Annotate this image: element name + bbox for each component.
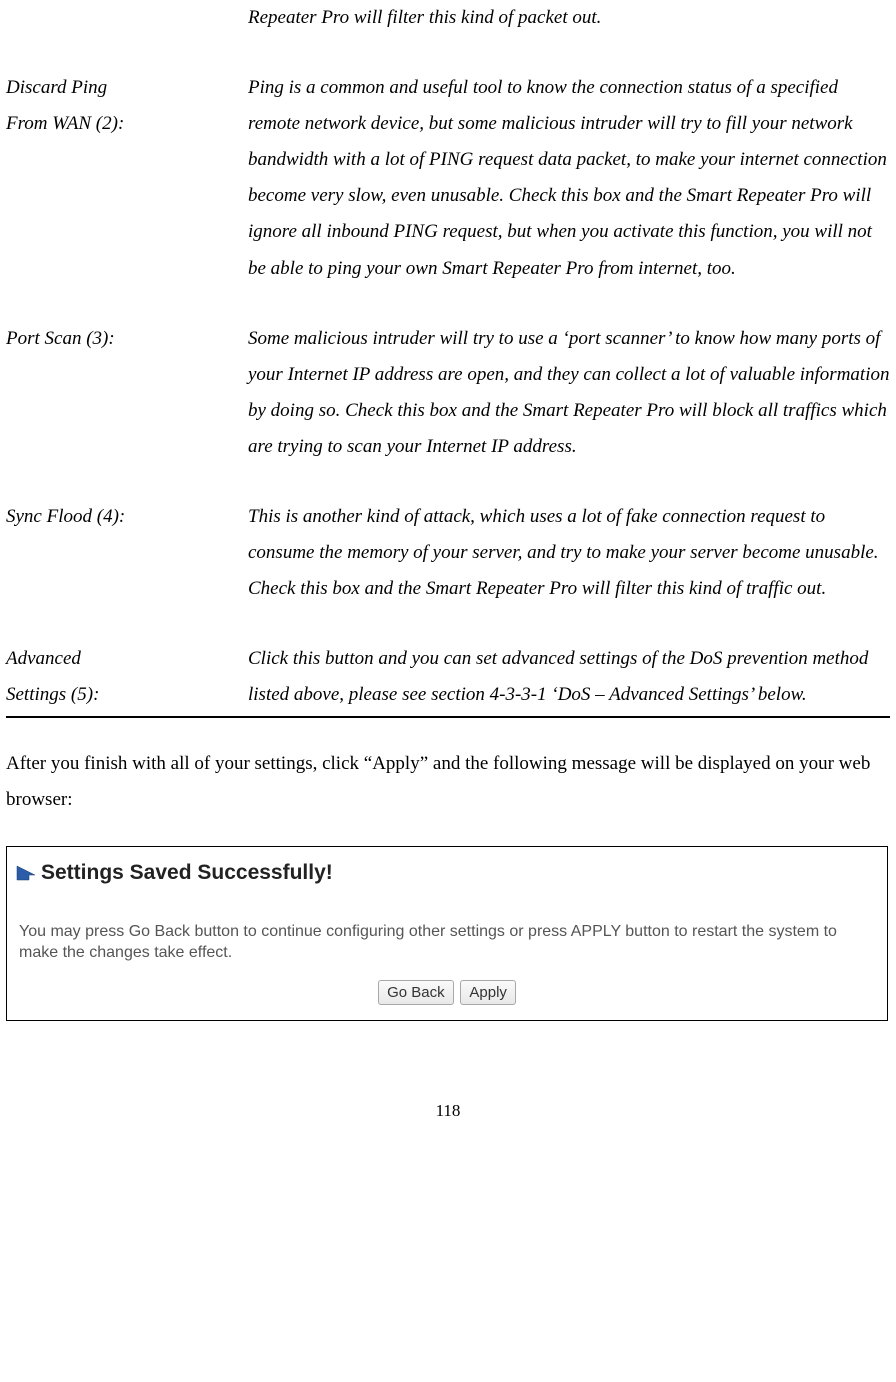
definition-label: Port Scan (3):	[6, 321, 248, 465]
definition-label: Discard Ping From WAN (2):	[6, 70, 248, 287]
definition-desc: This is another kind of attack, which us…	[248, 499, 890, 607]
definition-row: Port Scan (3): Some malicious intruder w…	[6, 321, 890, 465]
definition-row: Sync Flood (4): This is another kind of …	[6, 499, 890, 607]
def-label-line2: Settings (5):	[6, 684, 99, 705]
definition-desc: Some malicious intruder will try to use …	[248, 321, 890, 465]
dialog-title: Settings Saved Successfully!	[41, 853, 333, 893]
dialog-buttons: Go Back Apply	[7, 968, 887, 1020]
def-label-line1: Advanced	[6, 648, 81, 669]
page-number: 118	[6, 1061, 890, 1127]
def-label-line2: From WAN (2):	[6, 113, 124, 134]
after-text: After you finish with all of your settin…	[6, 746, 890, 818]
definition-desc: Ping is a common and useful tool to know…	[248, 70, 890, 287]
definition-label: Advanced Settings (5):	[6, 641, 248, 713]
def-label-line1: Discard Ping	[6, 77, 107, 98]
orphan-text: Repeater Pro will filter this kind of pa…	[6, 0, 890, 36]
dialog-body-text: You may press Go Back button to continue…	[7, 903, 887, 968]
definition-row: Discard Ping From WAN (2): Ping is a com…	[6, 70, 890, 287]
definition-desc: Click this button and you can set advanc…	[248, 641, 890, 713]
definition-label: Sync Flood (4):	[6, 499, 248, 607]
definition-row: Advanced Settings (5): Click this button…	[6, 641, 890, 713]
dialog-header: Settings Saved Successfully!	[7, 847, 887, 903]
apply-button[interactable]: Apply	[460, 980, 516, 1005]
settings-saved-dialog: Settings Saved Successfully! You may pre…	[6, 846, 888, 1021]
go-back-button[interactable]: Go Back	[378, 980, 454, 1005]
definitions-section: Discard Ping From WAN (2): Ping is a com…	[6, 70, 890, 717]
arrow-icon	[15, 864, 35, 882]
